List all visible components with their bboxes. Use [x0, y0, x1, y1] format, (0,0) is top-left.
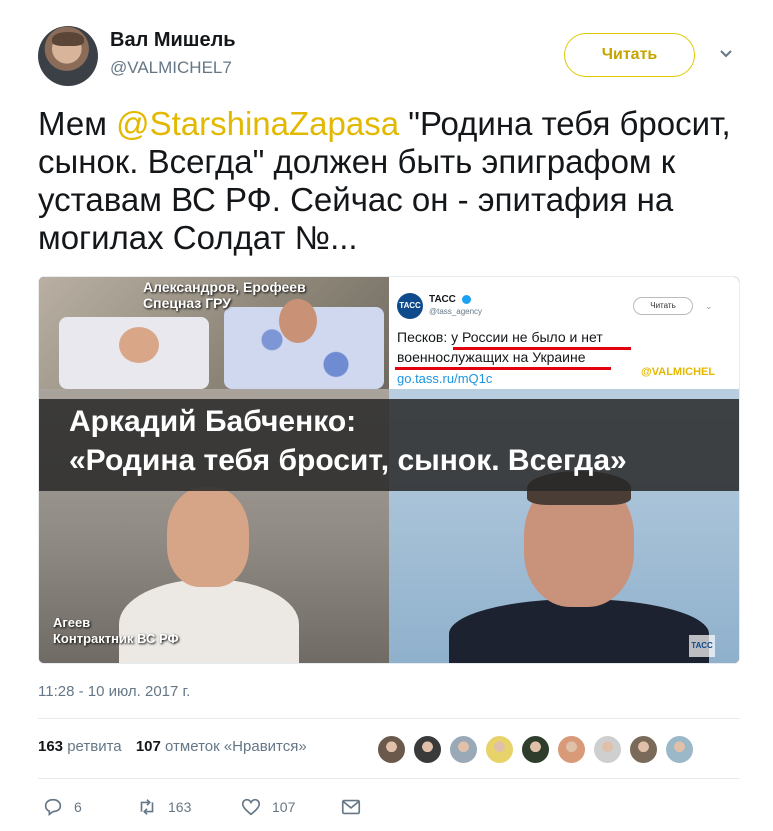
retweet-icon: [140, 799, 154, 815]
red-underline: [395, 367, 611, 370]
liker-avatar[interactable]: [376, 734, 407, 765]
like-button[interactable]: 107: [240, 796, 295, 818]
tweet-stats: 163 ретвита 107 отметок «Нравится»: [38, 738, 307, 755]
embedded-tweet-handle: @tass_agency: [429, 307, 483, 316]
tweet-text: Мем @StarshinaZapasa "Родина тебя бросит…: [38, 105, 738, 257]
tweet-text-start: Мем: [38, 105, 117, 142]
quote-banner: Аркадий Бабченко: «Родина тебя бросит, с…: [39, 399, 739, 491]
banner-author: Аркадий Бабченко:: [69, 405, 357, 438]
tweet-actions: 6 163 107: [38, 796, 378, 820]
embedded-tweet-screenshot: ТАСС ТАСС @tass_agency Читать ⌄ Песков: …: [389, 277, 739, 389]
direct-message-button[interactable]: [340, 796, 362, 818]
envelope-icon: [341, 799, 361, 815]
embedded-tweet-link: go.tass.ru/mQ1c: [397, 371, 493, 386]
like-count: 107: [272, 799, 296, 815]
embedded-follow-label: Читать: [633, 297, 693, 315]
divider: [38, 778, 740, 779]
embedded-tweet-line2: военнослужащих на Украине: [397, 349, 586, 365]
reply-count: 6: [74, 799, 82, 815]
banner-quote: «Родина тебя бросит, сынок. Всегда»: [69, 444, 627, 477]
liker-avatar[interactable]: [520, 734, 551, 765]
avatar[interactable]: [38, 26, 98, 86]
embedded-tweet-name: ТАСС: [429, 294, 456, 305]
tweet-timestamp[interactable]: 11:28 - 10 июл. 2017 г.: [38, 683, 190, 700]
divider: [38, 718, 740, 719]
liker-avatar[interactable]: [484, 734, 515, 765]
embedded-tweet-line1: Песков: у России не было и нет: [397, 329, 603, 345]
retweets-stat[interactable]: 163 ретвита: [38, 738, 122, 755]
heart-icon: [241, 798, 261, 816]
follow-button[interactable]: Читать: [564, 33, 695, 77]
mention-link[interactable]: @StarshinaZapasa: [116, 105, 399, 142]
retweet-count: 163: [168, 799, 192, 815]
reply-icon: [44, 798, 62, 816]
liker-avatar[interactable]: [592, 734, 623, 765]
user-handle[interactable]: @VALMICHEL7: [110, 58, 232, 78]
verified-icon: [462, 295, 471, 304]
tass-watermark: ТАСС: [689, 635, 715, 657]
liker-avatar[interactable]: [664, 734, 695, 765]
user-name[interactable]: Вал Мишель: [110, 29, 236, 52]
reply-button[interactable]: 6: [42, 796, 82, 818]
tass-logo: ТАСС: [397, 293, 423, 319]
liker-avatar[interactable]: [628, 734, 659, 765]
liker-avatar[interactable]: [556, 734, 587, 765]
likes-stat[interactable]: 107 отметок «Нравится»: [136, 738, 307, 755]
photo-hospital: Александров, Ерофеев Спецназ ГРУ: [39, 277, 389, 389]
liker-avatar[interactable]: [448, 734, 479, 765]
embedded-chevron-icon: ⌄: [705, 301, 713, 311]
watermark: @VALMICHEL: [641, 366, 716, 378]
tweet-image[interactable]: Александров, Ерофеев Спецназ ГРУ ТАСС ТА…: [38, 276, 740, 664]
caption-top: Александров, Ерофеев Спецназ ГРУ: [143, 279, 306, 311]
caption-bottom: Агеев Контрактник ВС РФ: [53, 615, 179, 646]
liker-avatar[interactable]: [412, 734, 443, 765]
retweet-button[interactable]: 163: [136, 796, 191, 818]
chevron-down-icon[interactable]: [718, 45, 734, 61]
